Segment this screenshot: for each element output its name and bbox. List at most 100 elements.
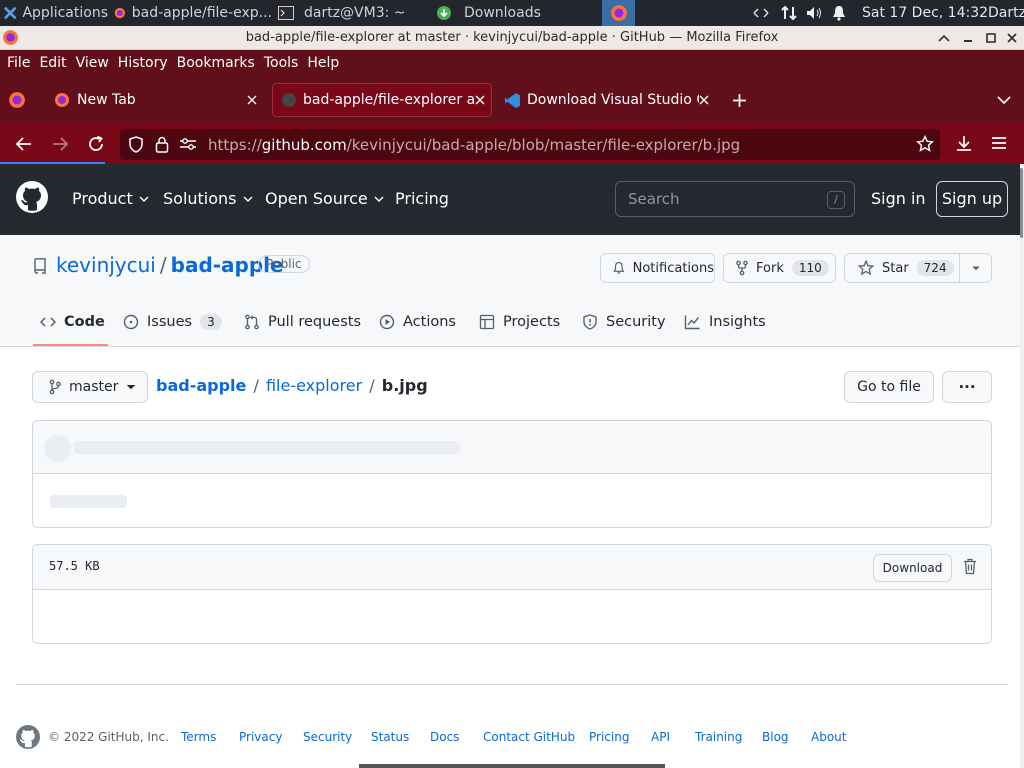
notifications-button[interactable]: Notifications bbox=[600, 253, 715, 283]
close-tab-icon[interactable] bbox=[247, 95, 257, 105]
close-tab-icon[interactable] bbox=[475, 95, 485, 105]
task-firefox[interactable]: bad-apple/file-exp... bbox=[110, 0, 272, 26]
forward-arrow-icon[interactable] bbox=[51, 135, 69, 153]
footer-link-security[interactable]: Security bbox=[303, 730, 352, 744]
sign-in-link[interactable]: Sign in bbox=[871, 189, 926, 208]
more-options-button[interactable]: ··· bbox=[942, 371, 992, 403]
footer-link-terms[interactable]: Terms bbox=[181, 730, 216, 744]
tab-github[interactable]: bad-apple/file-explorer at bbox=[272, 83, 492, 117]
url-host: github.com bbox=[261, 136, 347, 154]
trash-icon[interactable] bbox=[963, 558, 977, 575]
url-bar[interactable]: https://github.com/kevinjycui/bad-apple/… bbox=[120, 129, 940, 160]
tab-label: Issues bbox=[147, 314, 193, 330]
tab-insights[interactable]: Insights bbox=[684, 314, 766, 330]
github-mark-icon[interactable] bbox=[16, 725, 40, 749]
footer-link-status[interactable]: Status bbox=[371, 730, 409, 744]
repo-owner-link[interactable]: kevinjycui bbox=[56, 253, 156, 277]
chevron-up-icon[interactable] bbox=[938, 33, 950, 43]
menu-edit[interactable]: Edit bbox=[39, 55, 66, 71]
task-label: dartz@VM3: ~ bbox=[304, 5, 406, 21]
tab-list-chevron-icon[interactable] bbox=[997, 95, 1011, 105]
caret-down-icon bbox=[127, 385, 136, 390]
tab-projects[interactable]: Projects bbox=[479, 314, 560, 330]
new-tab-plus-icon[interactable] bbox=[732, 93, 747, 108]
nav-pricing[interactable]: Pricing bbox=[395, 189, 449, 208]
repo-icon bbox=[34, 258, 46, 274]
branch-name: master bbox=[69, 379, 119, 395]
go-to-file-button[interactable]: Go to file bbox=[844, 371, 934, 403]
download-button[interactable]: Download bbox=[873, 554, 952, 582]
footer-link-contact[interactable]: Contact GitHub bbox=[483, 730, 575, 744]
minimize-icon[interactable] bbox=[962, 33, 974, 43]
star-dropdown-caret-icon[interactable] bbox=[971, 264, 981, 272]
footer-link-api[interactable]: API bbox=[651, 730, 670, 744]
github-header: Product Solutions Open Source Pricing Se… bbox=[0, 164, 1020, 235]
footer-link-privacy[interactable]: Privacy bbox=[239, 730, 282, 744]
task-downloads[interactable]: Downloads bbox=[432, 0, 597, 26]
task-terminal[interactable]: dartz@VM3: ~ bbox=[274, 0, 424, 26]
fork-count: 110 bbox=[791, 260, 829, 276]
user-name[interactable]: Dartz bbox=[988, 0, 1024, 26]
window-title: bad-apple/file-explorer at master · kevi… bbox=[245, 30, 779, 45]
tracking-shield-icon[interactable] bbox=[128, 136, 144, 153]
star-icon bbox=[858, 260, 874, 276]
star-button[interactable]: Star 724 bbox=[845, 254, 960, 282]
reload-icon[interactable] bbox=[87, 135, 105, 153]
menu-history[interactable]: History bbox=[118, 55, 168, 71]
tab-code[interactable]: Code bbox=[40, 314, 105, 330]
breadcrumb-repo[interactable]: bad-apple bbox=[156, 376, 246, 395]
menu-tools[interactable]: Tools bbox=[264, 55, 299, 71]
issue-icon bbox=[123, 314, 139, 330]
page-scrollbar-thumb[interactable] bbox=[1020, 168, 1023, 238]
footer-link-pricing[interactable]: Pricing bbox=[589, 730, 629, 744]
file-viewer-panel: 57.5 KB Download bbox=[32, 544, 992, 644]
desktop-taskbar: Applications bad-apple/file-exp... dartz… bbox=[0, 0, 1024, 26]
hamburger-menu-icon[interactable] bbox=[991, 136, 1007, 150]
menu-file[interactable]: File bbox=[7, 55, 30, 71]
permissions-icon[interactable] bbox=[179, 137, 197, 151]
github-logo-icon[interactable] bbox=[16, 181, 48, 213]
notification-bell-icon[interactable] bbox=[832, 0, 846, 26]
tab-issues[interactable]: Issues 3 bbox=[123, 314, 222, 330]
applications-menu[interactable]: Applications bbox=[0, 0, 108, 26]
tab-actions[interactable]: Actions bbox=[379, 314, 456, 330]
sign-up-button[interactable]: Sign up bbox=[936, 181, 1008, 217]
maximize-icon[interactable] bbox=[985, 32, 997, 44]
footer-link-training[interactable]: Training bbox=[695, 730, 742, 744]
page-scrollbar-track[interactable] bbox=[1020, 164, 1024, 768]
star-label: Star bbox=[882, 260, 909, 276]
fork-button[interactable]: Fork 110 bbox=[723, 253, 836, 283]
tab-security[interactable]: Security bbox=[582, 314, 666, 330]
nav-solutions[interactable]: Solutions bbox=[163, 189, 253, 208]
menu-help[interactable]: Help bbox=[307, 55, 339, 71]
graph-icon bbox=[684, 315, 700, 330]
tab-new-tab[interactable]: New Tab bbox=[46, 83, 268, 117]
footer-link-blog[interactable]: Blog bbox=[762, 730, 789, 744]
tab-label: Insights bbox=[709, 314, 766, 330]
footer-link-about[interactable]: About bbox=[811, 730, 846, 744]
url-text[interactable]: https://github.com/kevinjycui/bad-apple/… bbox=[208, 136, 740, 154]
close-icon[interactable] bbox=[1006, 32, 1018, 44]
branch-selector[interactable]: master bbox=[32, 371, 148, 403]
tab-strip: New Tab bad-apple/file-explorer at Downl… bbox=[0, 76, 1024, 124]
lock-icon[interactable] bbox=[155, 136, 169, 153]
back-arrow-icon[interactable] bbox=[15, 135, 33, 153]
volume-icon[interactable] bbox=[805, 0, 823, 26]
transfer-icon[interactable] bbox=[780, 0, 798, 26]
nav-open-source[interactable]: Open Source bbox=[265, 189, 384, 208]
nav-product[interactable]: Product bbox=[72, 189, 149, 208]
tab-vscode[interactable]: Download Visual Studio C bbox=[496, 83, 718, 117]
network-icon[interactable] bbox=[752, 0, 770, 26]
firefox-view-button[interactable] bbox=[8, 83, 38, 117]
clock[interactable]: Sat 17 Dec, 14:32 bbox=[862, 0, 988, 26]
downloads-icon[interactable] bbox=[955, 134, 973, 152]
task-firefox-preview[interactable] bbox=[602, 0, 635, 26]
search-input[interactable]: Search / bbox=[615, 181, 855, 217]
footer-link-docs[interactable]: Docs bbox=[430, 730, 459, 744]
close-tab-icon[interactable] bbox=[699, 95, 709, 105]
bookmark-star-icon[interactable] bbox=[916, 135, 934, 153]
breadcrumb-folder[interactable]: file-explorer bbox=[266, 376, 362, 395]
menu-view[interactable]: View bbox=[76, 55, 109, 71]
menu-bookmarks[interactable]: Bookmarks bbox=[177, 55, 255, 71]
tab-pull-requests[interactable]: Pull requests bbox=[244, 314, 361, 330]
